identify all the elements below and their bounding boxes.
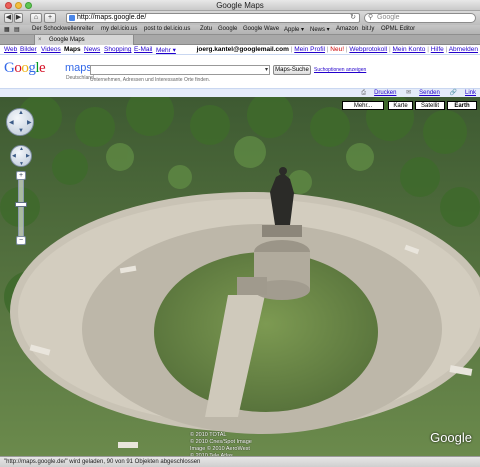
bookmark-item[interactable]: Google Wave <box>243 26 279 32</box>
aerial-scene <box>0 97 480 456</box>
bookmarks-grid-icon[interactable]: ▦ <box>4 26 10 33</box>
link-icon: 🔗 <box>449 90 457 96</box>
zoom-in-button[interactable]: + <box>16 171 26 180</box>
map-type-karte[interactable]: Karte <box>388 101 413 110</box>
link-mein-konto[interactable]: Mein Konto <box>393 46 426 53</box>
link-neu[interactable]: Neu! <box>330 46 344 53</box>
map-type-earth[interactable]: Earth <box>447 101 477 110</box>
copyright-line: Image © 2010 AeroWest <box>190 446 250 452</box>
pan-up-icon[interactable]: ▲ <box>19 146 24 152</box>
link-abmelden[interactable]: Abmelden <box>449 46 478 53</box>
reload-icon[interactable]: ↻ <box>350 14 356 22</box>
look-down-icon[interactable]: ▼ <box>18 128 24 134</box>
home-icon[interactable]: ⌂ <box>30 13 42 23</box>
bookmarks-bar: ▦ ▤ Der Schockwellenreiter my del.icio.u… <box>0 25 480 35</box>
bookmark-item[interactable]: bit.ly <box>362 26 374 32</box>
look-right-icon[interactable]: ▶ <box>27 119 32 126</box>
bookmark-item[interactable]: Apple ▾ <box>284 26 304 33</box>
bookmark-item[interactable]: Google <box>218 26 237 32</box>
tab-label: Google Maps <box>49 37 85 43</box>
bookmark-item[interactable]: Amazon <box>336 26 358 32</box>
search-placeholder: Google <box>377 14 400 21</box>
search-field[interactable]: ⚲ Google <box>364 13 476 23</box>
nav-bilder[interactable]: Bilder <box>20 46 37 53</box>
search-options-link[interactable]: Suchoptionen anzeigen <box>314 67 366 73</box>
nav-web[interactable]: Web <box>4 46 17 53</box>
user-email: joerg.kantel@googlemail.com <box>196 46 289 53</box>
window-title: Google Maps <box>216 1 264 10</box>
look-around-control[interactable]: ▲ ▼ ◀ ▶ <box>6 108 34 136</box>
status-bar: "http://maps.google.de/" wird geladen, 9… <box>0 456 480 467</box>
tab-google-maps[interactable]: × Google Maps <box>34 35 134 45</box>
nav-news[interactable]: News <box>84 46 100 53</box>
print-link[interactable]: Drucken <box>374 90 396 96</box>
mail-icon: ✉ <box>406 90 412 96</box>
link-link[interactable]: Link <box>465 90 476 96</box>
link-mein-profil[interactable]: Mein Profil <box>294 46 325 53</box>
dropdown-arrow-icon[interactable]: ▾ <box>265 66 268 73</box>
bookmark-item[interactable]: my del.icio.us <box>101 26 137 32</box>
bookmark-item[interactable]: post to del.icio.us <box>144 26 190 32</box>
send-link[interactable]: Senden <box>419 90 440 96</box>
browser-toolbar: ◀ ▶ ⌂ + http://maps.google.de/ ↻ ⚲ Googl… <box>0 11 480 25</box>
bookmark-item[interactable]: Zotu <box>200 26 212 32</box>
map-type-satellit[interactable]: Satellit <box>415 101 445 110</box>
google-logo[interactable]: Google <box>4 60 46 77</box>
link-webprotokoll[interactable]: Webprotokoll <box>349 46 387 53</box>
bookmark-item[interactable]: News ▾ <box>310 26 330 33</box>
search-hint: Unternehmen, Adressen und Interessante O… <box>90 77 211 83</box>
look-left-icon[interactable]: ◀ <box>9 119 14 126</box>
pan-left-icon[interactable]: ◀ <box>12 153 16 159</box>
zoom-slider-handle[interactable] <box>15 202 27 207</box>
maps-search-button[interactable]: Maps-Suche <box>273 65 311 75</box>
address-bar[interactable]: http://maps.google.de/ ↻ <box>66 13 360 23</box>
maps-wordmark: maps <box>65 62 92 74</box>
copyright-line: © 2010 Cnes/Spot Image <box>190 439 252 445</box>
back-icon[interactable]: ◀ <box>4 13 13 23</box>
nav-email[interactable]: E-Mail <box>134 46 152 53</box>
nav-shopping[interactable]: Shopping <box>104 46 131 53</box>
close-tab-icon[interactable]: × <box>38 35 42 45</box>
address-text: http://maps.google.de/ <box>77 14 147 21</box>
map-view[interactable] <box>0 97 480 456</box>
maps-search-input[interactable]: ▾ <box>90 65 270 75</box>
account-links: joerg.kantel@googlemail.com | Mein Profi… <box>196 46 478 53</box>
zoom-slider-track[interactable] <box>18 174 24 242</box>
zoom-out-button[interactable]: − <box>16 236 26 245</box>
tab-bar: × Google Maps <box>0 35 480 45</box>
pan-control[interactable]: ▲ ▼ ◀ ▶ <box>10 145 32 167</box>
nav-videos[interactable]: Videos <box>41 46 61 53</box>
copyright-line: © 2010 TOTAL <box>190 432 227 438</box>
pan-right-icon[interactable]: ▶ <box>26 153 30 159</box>
look-up-icon[interactable]: ▲ <box>18 110 24 116</box>
link-hilfe[interactable]: Hilfe <box>431 46 444 53</box>
search-icon: ⚲ <box>368 14 374 21</box>
google-nav-bar: Web Bilder Videos Maps News Shopping E-M… <box>0 45 480 55</box>
bookmark-item[interactable]: Der Schockwellenreiter <box>32 26 94 32</box>
nav-maps[interactable]: Maps <box>64 46 81 53</box>
forward-icon[interactable]: ▶ <box>14 13 23 23</box>
print-icon: ⎙ <box>361 90 367 96</box>
bookmarks-book-icon[interactable]: ▤ <box>14 26 20 33</box>
nav-mehr[interactable]: Mehr ▾ <box>156 46 176 54</box>
map-type-more[interactable]: Mehr... <box>342 101 384 110</box>
window-titlebar: Google Maps <box>0 0 480 11</box>
bookmark-item[interactable]: OPML Editor <box>381 26 415 32</box>
map-actions-bar: ⎙ Drucken ✉ Senden 🔗 Link <box>0 88 480 97</box>
add-bookmark-icon[interactable]: + <box>44 13 56 23</box>
google-map-logo: Google <box>430 430 472 445</box>
favicon-icon <box>69 15 75 21</box>
pan-down-icon[interactable]: ▼ <box>19 161 24 167</box>
